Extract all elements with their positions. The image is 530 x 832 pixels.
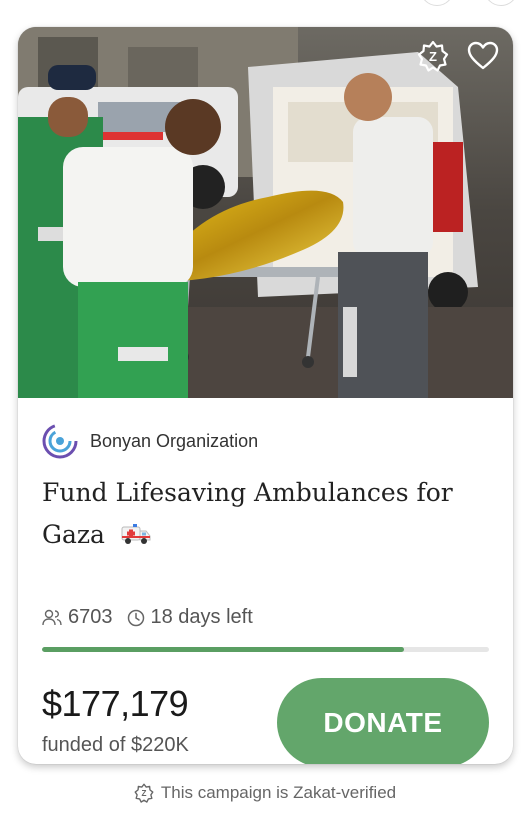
funding-goal: funded of $220K	[42, 734, 189, 756]
campaign-title-text: Fund Lifesaving Ambulances for Gaza	[42, 478, 453, 549]
zakat-verified-icon: Z	[134, 783, 154, 803]
donor-count-value: 6703	[68, 606, 113, 628]
campaign-card[interactable]: Z Bonyan Organization Fund Lifesaving Am…	[18, 27, 513, 764]
zakat-verified-text: This campaign is Zakat-verified	[160, 783, 397, 802]
campaign-details: Bonyan Organization Fund Lifesaving Ambu…	[18, 398, 513, 764]
clock-icon	[127, 609, 144, 626]
zakat-badge-icon[interactable]: Z	[416, 39, 450, 73]
campaign-photo-illustration	[18, 27, 513, 398]
overflow-button-left[interactable]	[420, 0, 454, 6]
heart-icon[interactable]	[466, 39, 500, 73]
svg-text:Z: Z	[141, 789, 146, 798]
campaign-title[interactable]: Fund Lifesaving Ambulances for Gaza	[42, 472, 482, 558]
funding-progress-bar	[42, 647, 489, 652]
ambulance-icon	[121, 516, 151, 558]
funding-progress-fill	[42, 647, 405, 652]
time-remaining-value: 18 days left	[150, 606, 253, 628]
donor-count: 6703	[42, 606, 113, 629]
top-overflow-buttons	[0, 0, 530, 6]
org-logo	[42, 423, 78, 459]
organization-name: Bonyan Organization	[90, 430, 259, 451]
campaign-photo: Z	[18, 27, 513, 398]
donate-button[interactable]: DONATE	[277, 678, 489, 764]
organization[interactable]: Bonyan Organization	[42, 423, 258, 459]
zakat-verified-note: Z This campaign is Zakat-verified	[0, 783, 530, 803]
campaign-stats: 6703 18 days left	[42, 606, 267, 629]
overflow-button-right[interactable]	[484, 0, 518, 6]
amount-raised: $177,179	[42, 683, 189, 724]
people-icon	[42, 609, 62, 625]
svg-text:Z: Z	[429, 49, 437, 64]
time-remaining: 18 days left	[127, 606, 253, 629]
